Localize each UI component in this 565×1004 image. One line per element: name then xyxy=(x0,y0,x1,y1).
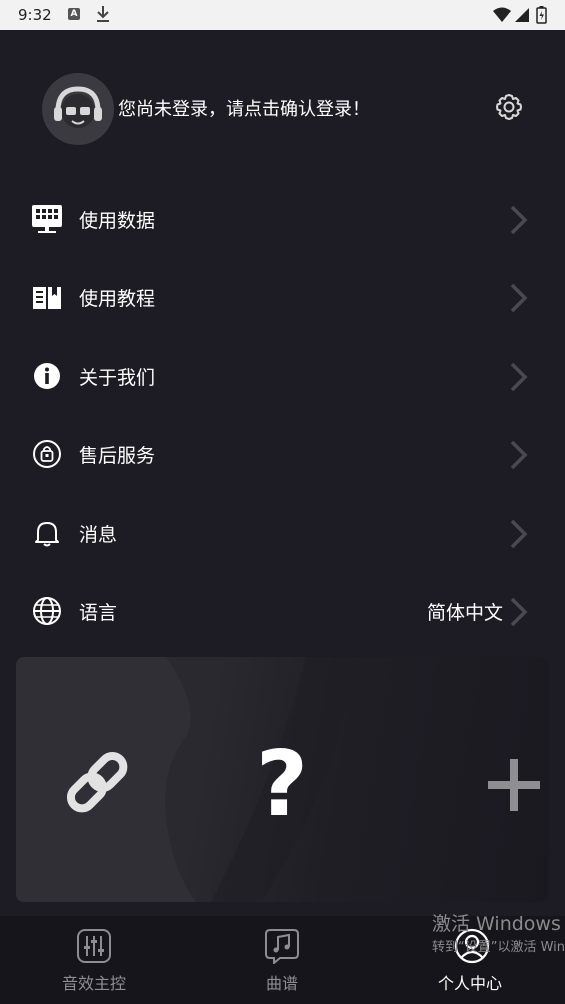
chevron-right-icon xyxy=(510,440,528,470)
tab-label: 个人中心 xyxy=(437,974,502,993)
menu-item-language[interactable]: 语言 简体中文 xyxy=(0,572,565,650)
menu-item-messages[interactable]: 消息 xyxy=(0,494,565,572)
book-icon xyxy=(33,287,61,310)
person-icon xyxy=(454,928,490,964)
info-icon xyxy=(34,362,60,389)
avatar[interactable] xyxy=(42,73,114,145)
menu-item-tutorial[interactable]: 使用教程 xyxy=(0,258,565,336)
chevron-right-icon xyxy=(510,284,528,313)
bottom-tab-bar: 音效主控 曲谱 个人中心 xyxy=(0,916,565,1004)
menu-label: 使用数据 xyxy=(79,210,156,232)
tab-personal-center[interactable]: 个人中心 xyxy=(376,916,564,1004)
menu-label: 售后服务 xyxy=(79,445,156,468)
settings-menu: 使用数据 使用教程 关于我们 售后服务 消息 语言 简体中文 xyxy=(0,180,565,650)
menu-item-usage-data[interactable]: 使用数据 xyxy=(0,180,565,258)
question-mark: ? xyxy=(256,740,308,825)
avatar-headphones-icon xyxy=(54,86,102,128)
bell-icon xyxy=(35,521,59,547)
menu-label: 关于我们 xyxy=(79,366,156,389)
tab-sheet-music[interactable]: 曲谱 xyxy=(188,916,376,1004)
menu-label: 消息 xyxy=(79,523,118,546)
menu-item-after-sales[interactable]: 售后服务 xyxy=(0,415,565,493)
menu-label: 语言 xyxy=(79,601,118,624)
chevron-right-icon xyxy=(510,362,528,392)
tab-sound-control[interactable]: 音效主控 xyxy=(0,916,188,1004)
signal-icon xyxy=(515,8,529,22)
music-note-icon xyxy=(265,929,299,964)
login-prompt[interactable]: 您尚未登录，请点击确认登录！ xyxy=(118,95,370,121)
wifi-icon xyxy=(493,7,511,22)
status-indicators xyxy=(493,6,547,24)
tab-label: 曲谱 xyxy=(265,974,298,993)
chevron-right-icon xyxy=(510,597,528,627)
accessibility-a-icon: A xyxy=(68,8,80,20)
mixer-icon xyxy=(77,929,111,963)
battery-icon xyxy=(536,6,547,24)
service-bag-icon xyxy=(33,440,61,469)
menu-item-about-us[interactable]: 关于我们 xyxy=(0,337,565,415)
link-icon[interactable] xyxy=(60,745,135,820)
gear-icon[interactable] xyxy=(494,92,524,122)
status-time: 9:32 xyxy=(18,6,52,24)
globe-icon xyxy=(33,596,61,625)
language-value: 简体中文 xyxy=(426,601,503,624)
menu-label: 使用教程 xyxy=(79,288,156,311)
plus-icon[interactable] xyxy=(486,757,542,813)
tab-label: 音效主控 xyxy=(61,974,126,993)
chevron-right-icon xyxy=(510,519,528,548)
profile-header[interactable]: 您尚未登录，请点击确认登录！ xyxy=(0,30,565,180)
download-icon xyxy=(97,6,109,22)
data-chart-icon xyxy=(32,205,62,233)
question-icon[interactable]: ? xyxy=(252,740,312,825)
status-bar: 9:32 A xyxy=(0,0,565,30)
chevron-right-icon xyxy=(510,205,528,235)
